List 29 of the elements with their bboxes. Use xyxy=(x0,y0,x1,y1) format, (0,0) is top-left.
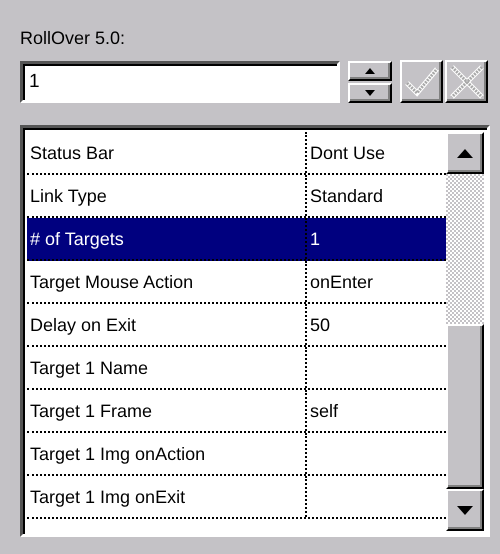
property-value: Standard xyxy=(310,186,384,206)
property-name: Target 1 Frame xyxy=(30,401,152,421)
up-arrow-icon xyxy=(457,148,473,158)
property-row[interactable]: # of Targets 1 xyxy=(27,218,446,261)
property-value: self xyxy=(310,401,338,421)
spin-down-button[interactable] xyxy=(348,82,392,102)
property-value: Dont Use xyxy=(310,143,386,163)
property-value: 1 xyxy=(310,229,320,249)
property-name: # of Targets xyxy=(30,229,124,249)
scroll-up-button[interactable] xyxy=(446,132,484,174)
property-name: Delay on Exit xyxy=(30,315,136,335)
scroll-down-button[interactable] xyxy=(446,489,484,531)
property-value: onEnter xyxy=(310,272,374,292)
down-arrow-icon xyxy=(457,506,473,514)
panel-label: RollOver 5.0: xyxy=(20,27,126,50)
property-name: Link Type xyxy=(30,186,107,206)
property-name: Target 1 Name xyxy=(30,358,148,378)
value-field[interactable]: 1 xyxy=(20,60,340,102)
scroll-thumb[interactable] xyxy=(446,324,484,489)
x-icon xyxy=(448,64,484,100)
property-name: Target Mouse Action xyxy=(30,272,194,292)
property-value: 50 xyxy=(310,315,330,335)
spin-up-button[interactable] xyxy=(348,60,392,80)
property-name: Target 1 Img onAction xyxy=(30,444,206,464)
down-arrow-icon xyxy=(365,90,375,96)
property-name: Target 1 Img onExit xyxy=(30,487,186,507)
property-name: Status Bar xyxy=(30,143,114,163)
scrollbar[interactable] xyxy=(446,132,484,531)
up-arrow-icon xyxy=(365,68,375,74)
